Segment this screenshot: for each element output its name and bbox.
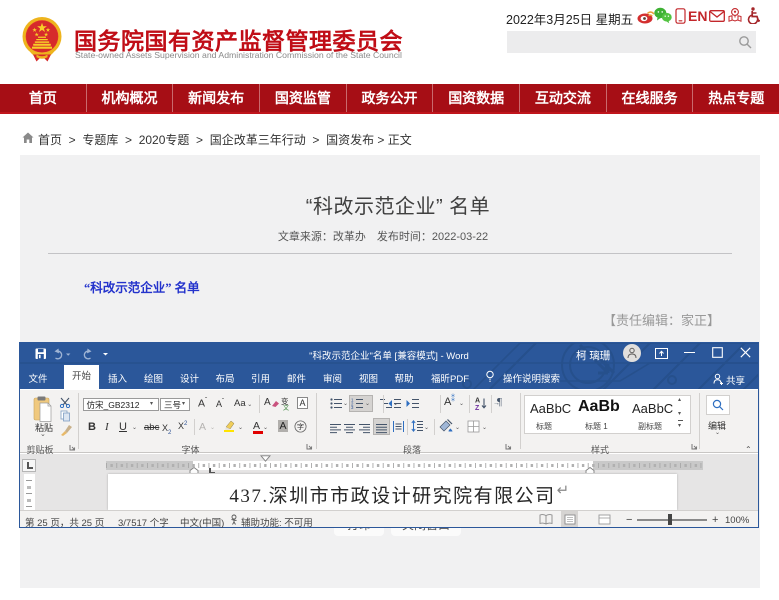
svg-text:字: 字: [297, 422, 304, 431]
svg-text:Z: Z: [475, 405, 480, 410]
svg-text:3: 3: [351, 405, 354, 409]
svg-text:A: A: [475, 398, 480, 405]
